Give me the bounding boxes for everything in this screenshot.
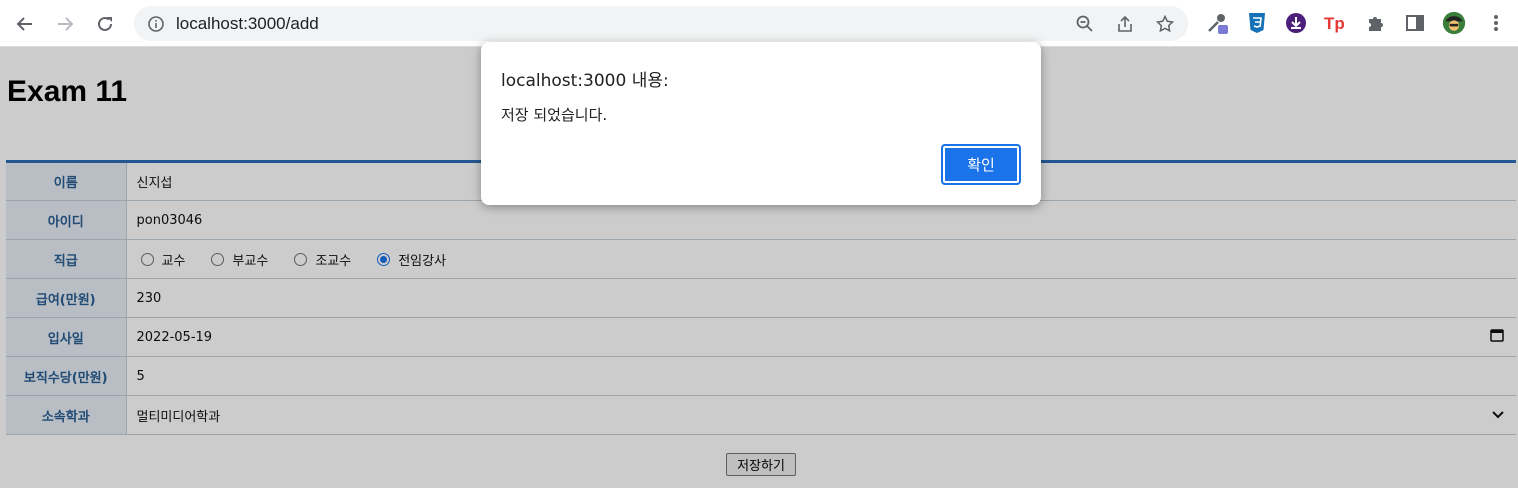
tp-extension-icon[interactable]: Tp	[1323, 11, 1347, 35]
svg-text:Tp: Tp	[1324, 14, 1345, 33]
more-menu-icon[interactable]	[1484, 11, 1508, 35]
url-text[interactable]: localhost:3000/add	[176, 14, 319, 34]
bookmark-star-icon[interactable]	[1153, 12, 1177, 36]
address-bar[interactable]: localhost:3000/add	[134, 6, 1188, 41]
site-info-icon[interactable]	[144, 12, 168, 36]
alert-dialog: localhost:3000 내용: 저장 되었습니다. 확인	[481, 42, 1041, 205]
active-tab-indicator	[472, 0, 724, 2]
eyedropper-extension-icon[interactable]	[1206, 11, 1230, 35]
extensions-puzzle-icon[interactable]	[1364, 11, 1388, 35]
css-extension-icon[interactable]	[1245, 11, 1269, 35]
zoom-icon[interactable]	[1073, 12, 1097, 36]
browser-toolbar: localhost:3000/add Tp	[0, 0, 1518, 47]
share-icon[interactable]	[1113, 12, 1137, 36]
profile-avatar-icon[interactable]	[1442, 11, 1466, 35]
side-panel-icon[interactable]	[1403, 11, 1427, 35]
ok-button[interactable]: 확인	[941, 144, 1021, 185]
download-extension-icon[interactable]	[1284, 11, 1308, 35]
back-icon[interactable]	[11, 10, 39, 38]
dialog-origin-text: localhost:3000 내용:	[501, 71, 669, 91]
reload-icon[interactable]	[91, 10, 119, 38]
forward-icon[interactable]	[51, 10, 79, 38]
dialog-message: 저장 되었습니다.	[501, 106, 608, 124]
